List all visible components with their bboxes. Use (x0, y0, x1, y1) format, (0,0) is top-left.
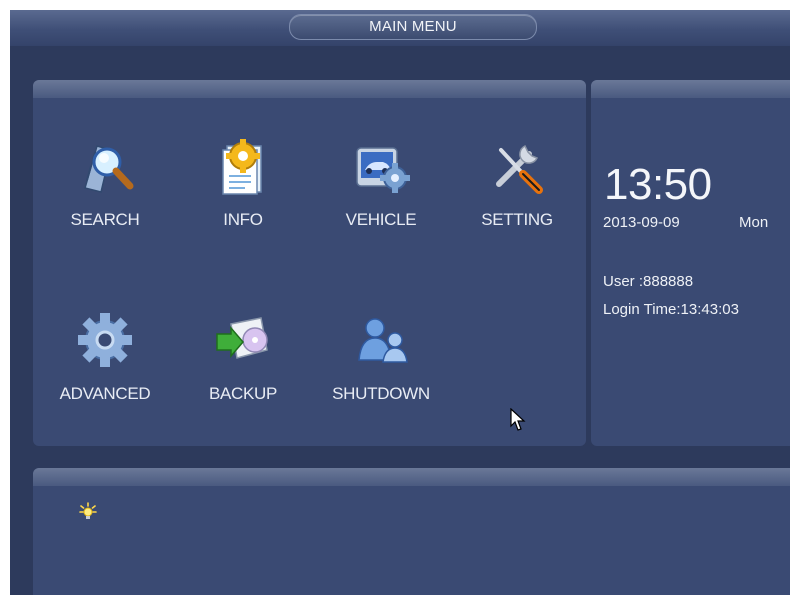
menu-item-info[interactable]: INFO (183, 130, 303, 250)
title-bar: MAIN MENU (10, 10, 790, 46)
menu-item-label: BACKUP (208, 384, 278, 403)
status-panel-header (591, 80, 790, 98)
menu-item-label: SEARCH (70, 210, 140, 229)
tip-panel (33, 468, 790, 595)
current-date: 2013-09-09 (603, 214, 680, 231)
menu-item-label: SHUTDOWN (332, 384, 430, 403)
menu-item-backup[interactable]: BACKUP (183, 304, 303, 424)
menu-item-search[interactable]: SEARCH (45, 130, 165, 250)
status-panel: 13:50 2013-09-09 Mon User :888888 Login … (591, 80, 790, 446)
shutdown-icon (358, 318, 408, 363)
menu-item-label: ADVANCED (59, 384, 151, 403)
menu-item-setting[interactable]: SETTING (457, 130, 577, 250)
current-day: Mon (739, 214, 769, 231)
vehicle-icon (356, 147, 410, 193)
info-icon (222, 139, 262, 195)
menu-item-label: VEHICLE (345, 210, 417, 229)
search-icon (84, 145, 134, 193)
menu-panel-header (33, 80, 586, 98)
tip-panel-header (33, 468, 790, 486)
menu-item-label: SETTING (481, 210, 553, 229)
advanced-icon (78, 313, 132, 367)
backup-icon (216, 317, 268, 359)
setting-icon (496, 145, 543, 194)
window-title: MAIN MENU (289, 14, 537, 40)
light-bulb-icon (79, 502, 97, 519)
main-menu-window: MAIN MENU SEARCH INFO VEHICLE SETTING AD… (10, 10, 790, 595)
menu-panel: SEARCH INFO VEHICLE SETTING ADVANCED BAC… (33, 80, 586, 446)
clock-time: 13:50 (604, 160, 712, 209)
user-label: User :888888 (603, 273, 694, 290)
menu-item-shutdown[interactable]: SHUTDOWN (321, 304, 441, 424)
menu-item-advanced[interactable]: ADVANCED (45, 304, 165, 424)
login-time-label: Login Time:13:43:03 (603, 301, 739, 318)
menu-item-label: INFO (223, 210, 263, 229)
menu-item-vehicle[interactable]: VEHICLE (321, 130, 441, 250)
mouse-cursor-icon (510, 408, 526, 431)
